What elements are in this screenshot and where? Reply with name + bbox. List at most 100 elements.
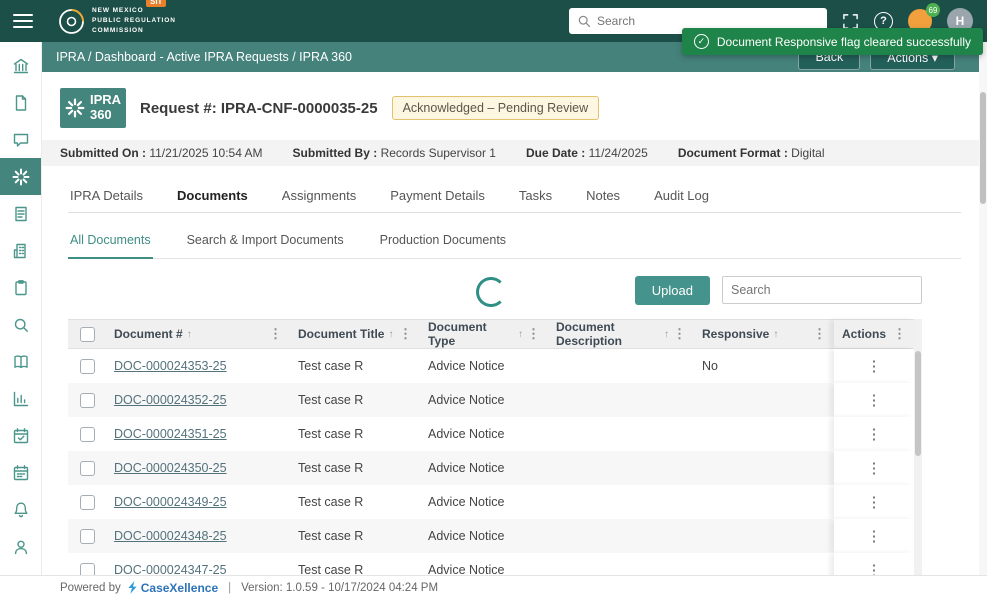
document-link[interactable]: DOC-000024347-25 <box>114 563 227 575</box>
subtab-all-documents[interactable]: All Documents <box>68 227 153 259</box>
row-actions-icon[interactable]: ⋮ <box>867 493 882 511</box>
sort-icon[interactable]: ↑ <box>664 329 669 340</box>
row-checkbox[interactable] <box>79 392 95 408</box>
document-link[interactable]: DOC-000024353-25 <box>114 359 227 373</box>
document-title-cell: Test case R <box>290 553 420 575</box>
upload-button[interactable]: Upload <box>634 275 710 305</box>
sidebar-item-document[interactable] <box>0 84 41 121</box>
tab-audit-log[interactable]: Audit Log <box>652 182 711 212</box>
row-actions-icon[interactable]: ⋮ <box>867 527 882 545</box>
tab-ipra-details[interactable]: IPRA Details <box>68 182 145 212</box>
chat-icon <box>12 131 30 149</box>
row-actions-icon[interactable]: ⋮ <box>867 357 882 375</box>
tab-payment-details[interactable]: Payment Details <box>388 182 487 212</box>
tab-notes[interactable]: Notes <box>584 182 622 212</box>
row-actions-icon[interactable]: ⋮ <box>867 561 882 575</box>
ipra360-badge-text: IPRA 360 <box>89 92 122 122</box>
table-scrollbar-thumb[interactable] <box>915 351 921 456</box>
sort-icon[interactable]: ↑ <box>773 329 778 340</box>
meta-item: Submitted By : Records Supervisor 1 <box>292 146 496 160</box>
table-header: Document # ↑ ⋮ Document Title ↑ ⋮ Document Typ… <box>68 319 914 349</box>
row-actions-cell: ⋮ <box>834 553 914 575</box>
column-header-document-title[interactable]: Document Title ↑ ⋮ <box>290 320 420 348</box>
table-row: DOC-000024347-25 Test case R Advice Notice… <box>68 553 914 575</box>
brand-link[interactable]: CaseXellence <box>127 581 218 595</box>
subtab-search-import-documents[interactable]: Search & Import Documents <box>185 227 346 258</box>
sidebar-item-ipra360[interactable] <box>0 158 41 195</box>
subtabs: All Documents Search & Import Documents Pr… <box>68 227 961 259</box>
column-menu-icon[interactable]: ⋮ <box>527 326 540 342</box>
row-actions-icon[interactable]: ⋮ <box>867 391 882 409</box>
column-menu-icon[interactable]: ⋮ <box>399 326 412 342</box>
row-checkbox[interactable] <box>79 460 95 476</box>
column-menu-icon[interactable]: ⋮ <box>813 326 826 342</box>
bell-icon <box>12 501 30 519</box>
document-description-cell <box>548 349 694 383</box>
tab-assignments[interactable]: Assignments <box>280 182 358 212</box>
sort-icon[interactable]: ↑ <box>518 329 523 340</box>
table-search-input[interactable] <box>722 276 922 304</box>
sidebar-item-invoice[interactable] <box>0 195 41 232</box>
row-actions-cell: ⋮ <box>834 519 914 553</box>
sidebar-item-chart[interactable] <box>0 380 41 417</box>
documents-table: Document # ↑ ⋮ Document Title ↑ ⋮ Document Typ… <box>68 319 922 575</box>
responsive-cell <box>694 383 834 417</box>
column-menu-icon[interactable]: ⋮ <box>269 326 282 342</box>
table-scrollbar[interactable] <box>914 319 922 575</box>
row-checkbox[interactable] <box>79 358 95 374</box>
column-menu-icon[interactable]: ⋮ <box>673 326 686 342</box>
sidebar-item-bell[interactable] <box>0 491 41 528</box>
sidebar-item-user[interactable] <box>0 528 41 565</box>
column-header-responsive[interactable]: Responsive ↑ ⋮ <box>694 320 834 348</box>
sidebar-item-calendar-check[interactable] <box>0 417 41 454</box>
breadcrumb[interactable]: IPRA / Dashboard - Active IPRA Requests … <box>56 50 352 64</box>
sidebar-item-calendar[interactable] <box>0 454 41 491</box>
page-scrollbar-thumb[interactable] <box>980 92 986 204</box>
row-actions-cell: ⋮ <box>834 417 914 451</box>
row-checkbox[interactable] <box>79 562 95 575</box>
sidebar-item-clipboard[interactable] <box>0 269 41 306</box>
row-actions-icon[interactable]: ⋮ <box>867 425 882 443</box>
column-header-document-description[interactable]: Document Description ↑ ⋮ <box>548 320 694 348</box>
document-link[interactable]: DOC-000024351-25 <box>114 427 227 441</box>
responsive-cell <box>694 451 834 485</box>
sidebar-item-chat[interactable] <box>0 121 41 158</box>
column-header-document[interactable]: Document # ↑ ⋮ <box>106 320 290 348</box>
fullscreen-icon[interactable] <box>842 13 859 30</box>
search-icon <box>577 14 591 28</box>
tab-documents[interactable]: Documents <box>175 182 250 212</box>
building-icon <box>12 242 30 260</box>
meta-item: Due Date : 11/24/2025 <box>525 146 648 160</box>
hamburger-menu-icon[interactable] <box>13 14 33 28</box>
tab-tasks[interactable]: Tasks <box>517 182 554 212</box>
global-search-input[interactable] <box>597 14 819 28</box>
row-checkbox[interactable] <box>79 426 95 442</box>
row-checkbox[interactable] <box>79 528 95 544</box>
column-menu-icon[interactable]: ⋮ <box>893 326 906 342</box>
sort-icon[interactable]: ↑ <box>388 329 393 340</box>
sidebar-item-search-scan[interactable] <box>0 306 41 343</box>
page-scrollbar[interactable] <box>979 42 987 575</box>
starburst-icon <box>65 98 85 118</box>
document-link[interactable]: DOC-000024352-25 <box>114 393 227 407</box>
document-type-cell: Advice Notice <box>420 417 548 451</box>
select-all-checkbox[interactable] <box>79 326 95 342</box>
row-checkbox[interactable] <box>79 494 95 510</box>
column-header-actions: Actions ⋮ <box>834 320 914 348</box>
column-header-document-type[interactable]: Document Type ↑ ⋮ <box>420 320 548 348</box>
subtab-production-documents[interactable]: Production Documents <box>378 227 508 258</box>
document-link[interactable]: DOC-000024349-25 <box>114 495 227 509</box>
document-link[interactable]: DOC-000024350-25 <box>114 461 227 475</box>
logo-text: NEW MEXICO PUBLIC REGULATION COMMISSION <box>92 6 176 35</box>
sidebar-item-building[interactable] <box>0 232 41 269</box>
app-logo: NEW MEXICO PUBLIC REGULATION COMMISSION … <box>58 0 176 36</box>
select-all-cell <box>68 320 106 348</box>
sidebar-item-book[interactable] <box>0 343 41 380</box>
version-label: Version: 1.0.59 - 10/17/2024 04:24 PM <box>241 581 439 594</box>
sidebar-item-home[interactable] <box>0 47 41 84</box>
row-actions-icon[interactable]: ⋮ <box>867 459 882 477</box>
sort-icon[interactable]: ↑ <box>187 329 192 340</box>
ipra360-badge: IPRA 360 <box>60 88 126 128</box>
document-link[interactable]: DOC-000024348-25 <box>114 529 227 543</box>
search-scan-icon <box>12 316 30 334</box>
